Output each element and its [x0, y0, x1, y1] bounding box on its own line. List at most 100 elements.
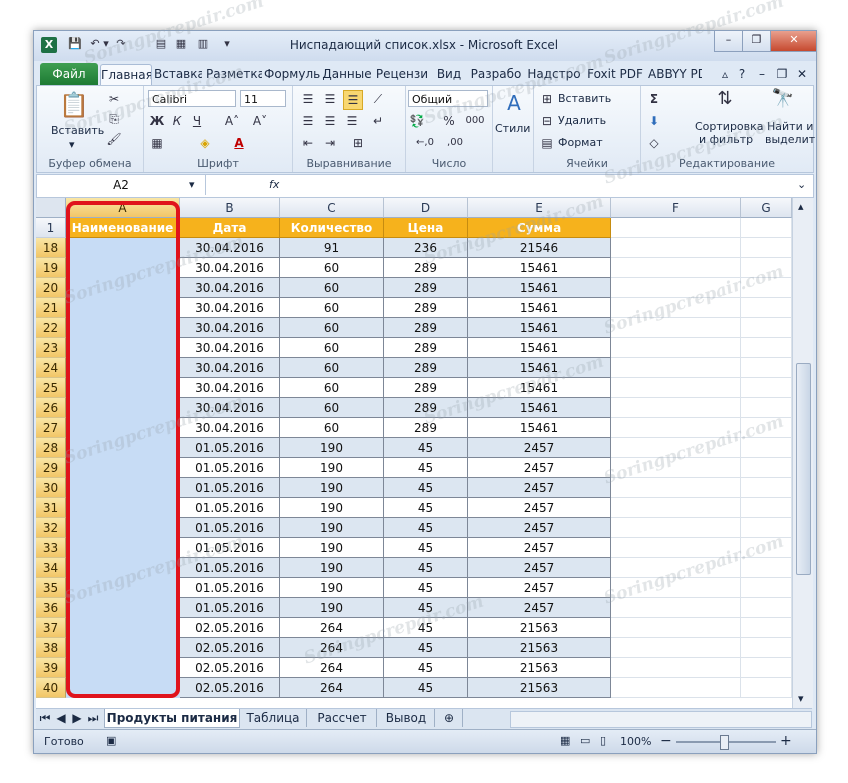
- row-header[interactable]: 21: [36, 298, 66, 318]
- calculator-icon[interactable]: ▥: [196, 37, 210, 51]
- row-header[interactable]: 23: [36, 338, 66, 358]
- format-painter-icon[interactable]: 🖌: [105, 130, 123, 148]
- price-cell[interactable]: 45: [384, 458, 468, 478]
- empty-cell[interactable]: [611, 238, 741, 258]
- row-header[interactable]: 32: [36, 518, 66, 538]
- quantity-cell[interactable]: 60: [280, 398, 384, 418]
- autosum-icon[interactable]: Σ: [645, 90, 663, 108]
- quantity-cell[interactable]: 60: [280, 378, 384, 398]
- sheet-tab-products[interactable]: Продукты питания: [104, 709, 240, 728]
- zoom-level[interactable]: 100%: [620, 735, 651, 748]
- row-header[interactable]: 18: [36, 238, 66, 258]
- quantity-cell[interactable]: 60: [280, 298, 384, 318]
- align-left-icon[interactable]: ☰: [299, 112, 317, 130]
- quantity-cell[interactable]: 60: [280, 358, 384, 378]
- row-header[interactable]: 24: [36, 358, 66, 378]
- empty-cell[interactable]: [741, 678, 792, 698]
- decrease-indent-icon[interactable]: ⇤: [299, 134, 317, 152]
- zoom-slider-thumb[interactable]: [720, 735, 729, 750]
- sum-cell[interactable]: 21563: [468, 618, 611, 638]
- sum-cell[interactable]: 2457: [468, 558, 611, 578]
- sum-cell[interactable]: 15461: [468, 298, 611, 318]
- empty-cell[interactable]: [741, 458, 792, 478]
- row-header[interactable]: 33: [36, 538, 66, 558]
- page-layout-view-icon[interactable]: ▭: [580, 734, 590, 747]
- quantity-cell[interactable]: 60: [280, 258, 384, 278]
- sum-cell[interactable]: 15461: [468, 258, 611, 278]
- align-center-icon[interactable]: ☰: [321, 112, 339, 130]
- align-middle-icon[interactable]: ☰: [321, 90, 339, 108]
- price-cell[interactable]: 289: [384, 318, 468, 338]
- select-all-corner[interactable]: [36, 198, 66, 218]
- empty-cell[interactable]: [741, 358, 792, 378]
- sum-cell[interactable]: 21563: [468, 678, 611, 698]
- sum-cell[interactable]: 2457: [468, 578, 611, 598]
- row-header[interactable]: 40: [36, 678, 66, 698]
- empty-cell[interactable]: [741, 298, 792, 318]
- empty-cell[interactable]: [611, 358, 741, 378]
- quantity-cell[interactable]: 60: [280, 318, 384, 338]
- insert-cells-icon[interactable]: ⊞: [538, 90, 556, 108]
- empty-cell[interactable]: [611, 678, 741, 698]
- help-icon[interactable]: ?: [734, 64, 750, 85]
- merge-cells-icon[interactable]: ⊞: [349, 134, 367, 152]
- sum-cell[interactable]: 2457: [468, 478, 611, 498]
- doc-close-icon[interactable]: ✕: [794, 64, 810, 85]
- macro-record-icon[interactable]: ▣: [106, 734, 116, 747]
- font-color-icon[interactable]: A: [230, 134, 248, 152]
- column-header-c[interactable]: C: [280, 198, 384, 218]
- sort-filter-icon[interactable]: ⇅: [713, 90, 737, 114]
- empty-cell[interactable]: [611, 338, 741, 358]
- empty-cell[interactable]: [611, 518, 741, 538]
- row-header[interactable]: 35: [36, 578, 66, 598]
- empty-cell[interactable]: [741, 498, 792, 518]
- row-header[interactable]: 39: [36, 658, 66, 678]
- empty-cell[interactable]: [741, 338, 792, 358]
- find-select-icon[interactable]: 🔭: [771, 90, 795, 114]
- column-header-f[interactable]: F: [611, 198, 741, 218]
- column-header-d[interactable]: D: [384, 198, 468, 218]
- quantity-cell[interactable]: 190: [280, 458, 384, 478]
- column-header-g[interactable]: G: [741, 198, 792, 218]
- empty-cell[interactable]: [741, 638, 792, 658]
- date-cell[interactable]: 30.04.2016: [180, 358, 280, 378]
- normal-view-icon[interactable]: ▦: [560, 734, 570, 747]
- name-box-dropdown-icon[interactable]: ▾: [189, 178, 195, 191]
- delete-cells-button[interactable]: Удалить: [558, 114, 606, 127]
- quantity-cell[interactable]: 190: [280, 558, 384, 578]
- date-cell[interactable]: 01.05.2016: [180, 578, 280, 598]
- minimize-ribbon-icon[interactable]: ▵: [718, 64, 732, 85]
- quantity-cell[interactable]: 190: [280, 518, 384, 538]
- quantity-cell[interactable]: 264: [280, 658, 384, 678]
- horizontal-scrollbar[interactable]: [510, 711, 812, 728]
- sum-cell[interactable]: 2457: [468, 458, 611, 478]
- row-header[interactable]: 22: [36, 318, 66, 338]
- increase-indent-icon[interactable]: ⇥: [321, 134, 339, 152]
- format-cells-icon[interactable]: ▤: [538, 134, 556, 152]
- empty-cell[interactable]: [611, 218, 741, 238]
- borders-icon[interactable]: ▦: [148, 134, 166, 152]
- empty-cell[interactable]: [741, 598, 792, 618]
- close-button[interactable]: ✕: [770, 31, 816, 52]
- date-cell[interactable]: 01.05.2016: [180, 598, 280, 618]
- quantity-cell[interactable]: 190: [280, 598, 384, 618]
- quantity-cell[interactable]: 91: [280, 238, 384, 258]
- excel-app-icon[interactable]: X: [41, 37, 57, 53]
- new-sheet-icon[interactable]: ⊕: [436, 709, 463, 727]
- zoom-in-icon[interactable]: +: [780, 733, 792, 749]
- empty-cell[interactable]: [741, 618, 792, 638]
- sheet-tab-calc[interactable]: Рассчет: [308, 709, 377, 727]
- sum-cell[interactable]: 2457: [468, 438, 611, 458]
- tab-view[interactable]: Вид: [434, 64, 464, 85]
- shrink-font-icon[interactable]: A˅: [248, 112, 272, 130]
- empty-cell[interactable]: [611, 618, 741, 638]
- date-cell[interactable]: 01.05.2016: [180, 458, 280, 478]
- fill-color-icon[interactable]: ◈: [196, 134, 214, 152]
- quantity-cell[interactable]: 190: [280, 578, 384, 598]
- row-header[interactable]: 29: [36, 458, 66, 478]
- orientation-icon[interactable]: ⟋: [369, 90, 387, 108]
- vertical-scrollbar[interactable]: ▴ ▾: [792, 198, 813, 708]
- empty-cell[interactable]: [741, 218, 792, 238]
- price-cell[interactable]: 289: [384, 278, 468, 298]
- tab-data[interactable]: Данные: [322, 64, 372, 85]
